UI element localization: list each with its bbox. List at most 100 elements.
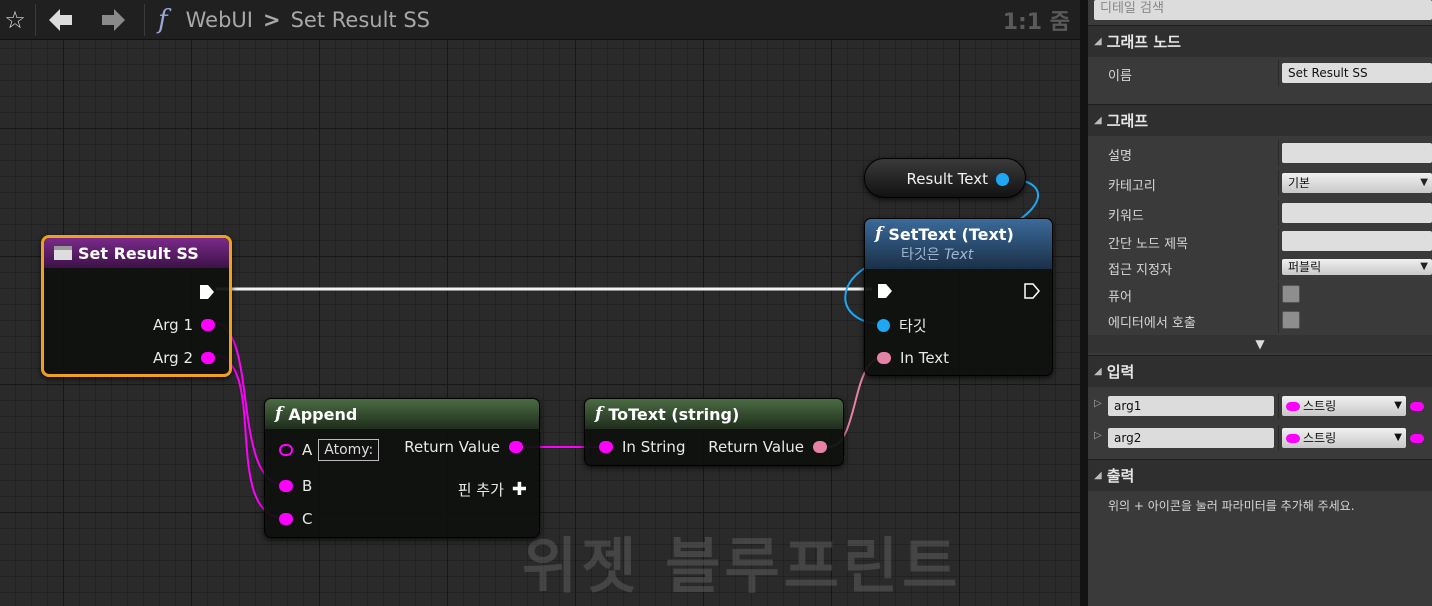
collapse-triangle-icon: ◢	[1094, 115, 1102, 126]
input-name-field[interactable]: arg2	[1108, 428, 1274, 448]
advanced-expander[interactable]: ▼	[1088, 335, 1432, 353]
access-label: 접근 지정자	[1108, 263, 1172, 278]
section-graph[interactable]: ◢ 그래프	[1088, 104, 1432, 136]
exec-pin-icon	[200, 285, 214, 299]
name-row: 이름 Set Result SS	[1088, 60, 1432, 86]
pin-label: Return Value	[708, 438, 804, 456]
compact-title-row: 간단 노드 제목	[1088, 228, 1432, 254]
name-label: 이름	[1108, 69, 1132, 84]
subtitle-target: Text	[944, 247, 974, 263]
access-combobox[interactable]: 퍼블릭 ▼	[1282, 259, 1432, 275]
pin-a-default-field[interactable]: Atomy:	[318, 439, 380, 461]
breadcrumb-current[interactable]: Set Result SS	[291, 8, 430, 32]
breadcrumb-separator-icon: >	[262, 8, 281, 32]
function-icon: f	[875, 224, 883, 244]
string-pin-icon	[279, 480, 293, 492]
exec-in-pin[interactable]	[877, 281, 893, 301]
string-pin-icon	[509, 441, 523, 453]
name-field[interactable]: Set Result SS	[1282, 63, 1432, 83]
breadcrumb: f WebUI > Set Result SS	[158, 4, 430, 36]
totext-node[interactable]: f ToText (string) In String Return Value	[584, 398, 844, 466]
pure-row: 퓨어	[1088, 281, 1432, 307]
forward-button[interactable]	[96, 4, 130, 36]
function-entry-node[interactable]: Set Result SS Arg 1 Arg 2	[41, 235, 232, 377]
pass-by-ref-pin-icon[interactable]	[1410, 434, 1424, 443]
in-text-pin[interactable]: In Text	[877, 348, 949, 368]
variable-output-pin[interactable]: Result Text	[907, 169, 1009, 189]
section-graph-node[interactable]: ◢ 그래프 노드	[1088, 25, 1432, 57]
favorite-button[interactable]: ☆	[0, 4, 30, 36]
section-title: 출력	[1106, 467, 1135, 485]
target-pin[interactable]: 타깃	[877, 315, 927, 335]
section-title: 그래프 노드	[1106, 33, 1181, 51]
input-type-value: 스트링	[1303, 399, 1337, 413]
description-field[interactable]	[1282, 143, 1432, 163]
graph-canvas[interactable]: 위젯 블루프린트 Set Result SS Arg 1 Arg 2 f App…	[0, 0, 1080, 606]
exec-pin-icon	[878, 284, 892, 298]
input-type-combobox[interactable]: 스트링 ▼	[1282, 396, 1406, 416]
expand-right-icon[interactable]: ▷	[1094, 398, 1102, 409]
pin-label: In Text	[900, 349, 950, 367]
arg1-pin[interactable]: Arg 1	[153, 315, 215, 335]
dropdown-arrow-icon: ▼	[1394, 400, 1402, 411]
section-title: 그래프	[1106, 112, 1149, 130]
exec-pin-outline-icon	[1024, 283, 1040, 299]
input-type-combobox[interactable]: 스트링 ▼	[1282, 428, 1406, 448]
totext-return-pin[interactable]: Return Value	[708, 437, 827, 457]
description-row: 설명	[1088, 140, 1432, 166]
collapse-triangle-icon: ◢	[1094, 36, 1102, 47]
string-pin-icon	[201, 352, 215, 364]
details-panel: 디테일 검색 ◢ 그래프 노드 이름 Set Result SS ◢ 그래프 설…	[1088, 0, 1432, 606]
category-value: 기본	[1288, 176, 1311, 190]
category-label: 카테고리	[1108, 179, 1156, 194]
watermark: 위젯 블루프린트	[522, 532, 962, 602]
settext-node[interactable]: f SetText (Text) 타깃은 Text 타깃 In Text	[864, 218, 1053, 376]
node-header: Set Result SS	[44, 238, 229, 268]
append-return-pin[interactable]: Return Value	[404, 437, 523, 457]
category-row: 카테고리 기본 ▼	[1088, 170, 1432, 196]
function-icon: f	[595, 404, 603, 424]
node-header: f SetText (Text) 타깃은 Text	[865, 219, 1052, 269]
blueprint-editor: 위젯 블루프린트 Set Result SS Arg 1 Arg 2 f App…	[0, 0, 1432, 606]
compact-title-label: 간단 노드 제목	[1108, 237, 1189, 252]
category-combobox[interactable]: 기본 ▼	[1282, 173, 1432, 193]
expand-right-icon[interactable]: ▷	[1094, 430, 1102, 441]
back-button[interactable]	[44, 4, 78, 36]
panel-splitter[interactable]	[1080, 0, 1088, 606]
keywords-field[interactable]	[1282, 203, 1432, 223]
exec-out-pin[interactable]	[199, 282, 215, 302]
string-pin-hollow-icon	[279, 444, 293, 456]
section-inputs[interactable]: ◢ 입력	[1088, 355, 1432, 387]
arg2-pin[interactable]: Arg 2	[153, 348, 215, 368]
pin-label: B	[302, 477, 313, 495]
result-text-variable-node[interactable]: Result Text	[864, 158, 1026, 198]
pin-b[interactable]: B	[279, 476, 312, 496]
pin-c[interactable]: C	[279, 509, 312, 529]
dropdown-arrow-icon: ▼	[1420, 261, 1428, 272]
section-outputs[interactable]: ◢ 출력	[1088, 459, 1432, 491]
input-type-value: 스트링	[1303, 431, 1337, 445]
string-pin-icon	[1286, 433, 1300, 443]
exec-out-pin[interactable]	[1024, 281, 1040, 301]
access-row: 접근 지정자 퍼블릭 ▼	[1088, 254, 1432, 280]
pin-label: Arg 1	[153, 316, 193, 334]
compact-title-field[interactable]	[1282, 231, 1432, 251]
description-label: 설명	[1108, 149, 1132, 164]
pin-a[interactable]: A Atomy:	[279, 439, 380, 461]
object-pin-icon	[996, 172, 1009, 186]
call-in-editor-checkbox[interactable]	[1282, 311, 1300, 329]
breadcrumb-parent[interactable]: WebUI	[186, 8, 253, 32]
function-icon: f	[158, 5, 168, 35]
text-pin-icon	[877, 352, 891, 364]
add-pin-button[interactable]: 핀 추가 ✚	[458, 479, 527, 500]
input-name-field[interactable]: arg1	[1108, 396, 1274, 416]
node-header: f Append	[265, 399, 539, 429]
outputs-hint: 위의 + 아이콘을 눌러 파라미터를 추가해 주세요.	[1108, 499, 1355, 513]
append-node[interactable]: f Append A Atomy: Return Value B 핀 추가 ✚ …	[264, 398, 540, 538]
pure-checkbox[interactable]	[1282, 285, 1300, 303]
variable-label: Result Text	[906, 170, 988, 188]
pass-by-ref-pin-icon[interactable]	[1410, 402, 1424, 411]
keywords-row: 키워드	[1088, 200, 1432, 226]
details-search-input[interactable]: 디테일 검색	[1094, 0, 1432, 20]
in-string-pin[interactable]: In String	[599, 437, 685, 457]
